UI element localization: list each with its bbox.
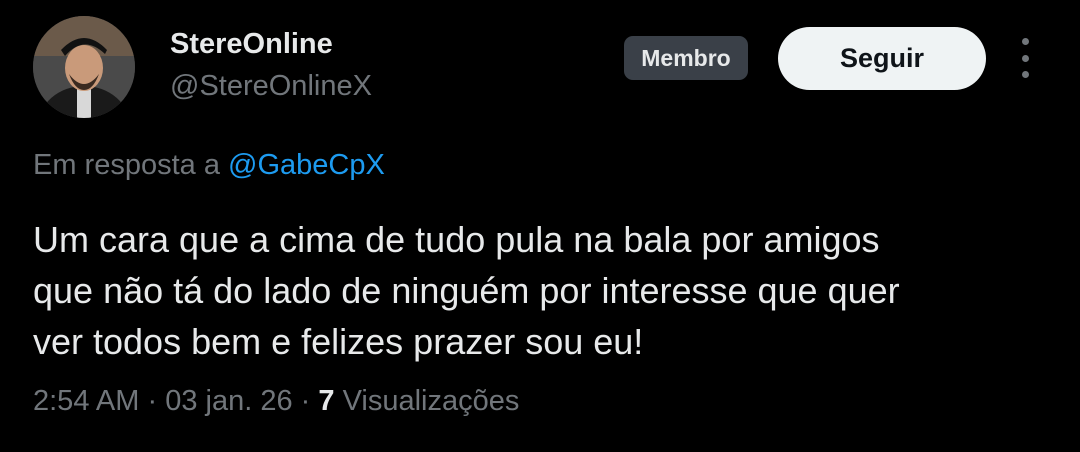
dot-icon <box>1021 54 1029 62</box>
tweet-meta: 2:54 AM · 03 jan. 26 · 7 Visualizações <box>33 385 519 418</box>
tweet-card: StereOnline @StereOnlineX Membro Seguir … <box>0 0 1080 452</box>
member-badge[interactable]: Membro <box>624 36 748 80</box>
meta-separator: · <box>300 385 311 417</box>
tweet-time[interactable]: 2:54 AM <box>33 385 139 417</box>
tweet-text-line: que não tá do lado de ninguém por intere… <box>33 270 900 311</box>
views-label: Visualizações <box>342 385 520 417</box>
dot-icon <box>1021 38 1029 45</box>
author-handle[interactable]: @StereOnlineX <box>170 70 372 103</box>
tweet-text: Um cara que a cima de tudo pula na bala … <box>33 214 1033 367</box>
views-count: 7 <box>318 385 335 417</box>
reply-prefix: Em resposta a <box>33 149 220 181</box>
profile-photo-icon <box>33 16 135 118</box>
meta-separator: · <box>147 385 158 417</box>
dot-icon <box>1021 71 1029 78</box>
avatar[interactable] <box>33 16 135 118</box>
reply-context: Em resposta a @GabeCpX <box>33 149 385 182</box>
tweet-text-line: ver todos bem e felizes prazer sou eu! <box>33 321 644 362</box>
ellipsis-vertical-icon[interactable] <box>1012 38 1038 78</box>
follow-button[interactable]: Seguir <box>778 27 986 90</box>
tweet-text-line: Um cara que a cima de tudo pula na bala … <box>33 219 880 260</box>
tweet-date[interactable]: 03 jan. 26 <box>165 385 292 417</box>
author-name[interactable]: StereOnline <box>170 28 333 61</box>
reply-mention-link[interactable]: @GabeCpX <box>228 149 385 181</box>
